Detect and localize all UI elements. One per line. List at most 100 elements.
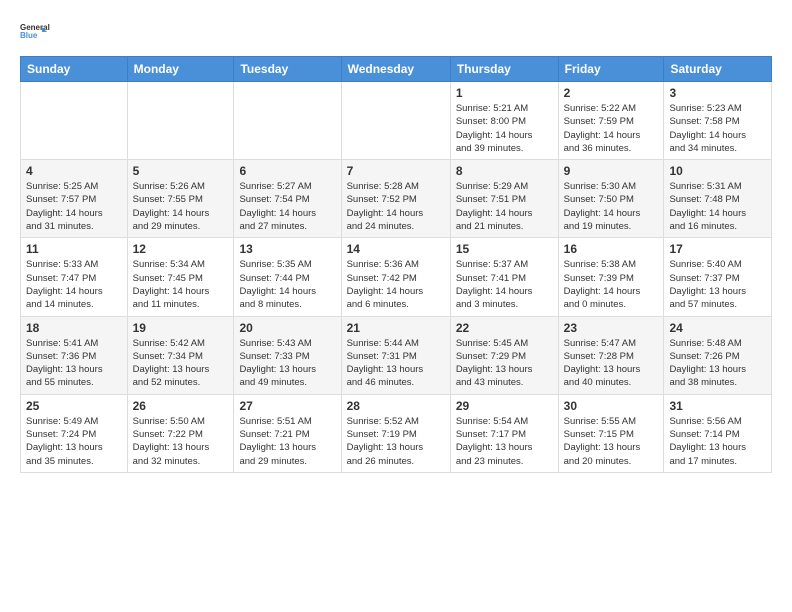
day-number: 25 xyxy=(26,399,122,413)
day-number: 11 xyxy=(26,242,122,256)
day-number: 8 xyxy=(456,164,553,178)
calendar-cell: 5 Sunrise: 5:26 AM Sunset: 7:55 PM Daylig… xyxy=(127,160,234,238)
calendar-cell: 12Sunrise: 5:34 AM Sunset: 7:45 PM Dayli… xyxy=(127,238,234,316)
day-number: 14 xyxy=(347,242,445,256)
day-number: 5 xyxy=(133,164,229,178)
calendar-cell: 20 Sunrise: 5:43 AM Sunset: 7:33 PM Dayli… xyxy=(234,316,341,394)
calendar-cell: 6 Sunrise: 5:27 AM Sunset: 7:54 PM Daylig… xyxy=(234,160,341,238)
header: GeneralBlue xyxy=(20,16,772,46)
day-info: Sunrise: 5:28 AM Sunset: 7:52 PM Dayligh… xyxy=(347,180,445,233)
calendar-cell: 30 Sunrise: 5:55 AM Sunset: 7:15 PM Dayli… xyxy=(558,394,664,472)
weekday-header-thursday: Thursday xyxy=(450,57,558,82)
day-number: 6 xyxy=(239,164,335,178)
day-info: Sunrise: 5:44 AM Sunset: 7:31 PM Dayligh… xyxy=(347,337,445,390)
day-info: Sunrise: 5:25 AM Sunset: 7:57 PM Dayligh… xyxy=(26,180,122,233)
calendar-cell: 28 Sunrise: 5:52 AM Sunset: 7:19 PM Dayli… xyxy=(341,394,450,472)
day-number: 22 xyxy=(456,321,553,335)
day-info: Sunrise: 5:27 AM Sunset: 7:54 PM Dayligh… xyxy=(239,180,335,233)
week-row-4: 25 Sunrise: 5:49 AM Sunset: 7:24 PM Dayli… xyxy=(21,394,772,472)
calendar-cell: 18Sunrise: 5:41 AM Sunset: 7:36 PM Dayli… xyxy=(21,316,128,394)
day-info: Sunrise: 5:56 AM Sunset: 7:14 PM Dayligh… xyxy=(669,415,766,468)
day-info: Sunrise: 5:49 AM Sunset: 7:24 PM Dayligh… xyxy=(26,415,122,468)
calendar-cell: 4 Sunrise: 5:25 AM Sunset: 7:57 PM Daylig… xyxy=(21,160,128,238)
calendar-cell: 25 Sunrise: 5:49 AM Sunset: 7:24 PM Dayli… xyxy=(21,394,128,472)
day-number: 29 xyxy=(456,399,553,413)
day-number: 19 xyxy=(133,321,229,335)
day-number: 4 xyxy=(26,164,122,178)
week-row-1: 4 Sunrise: 5:25 AM Sunset: 7:57 PM Daylig… xyxy=(21,160,772,238)
week-row-3: 18Sunrise: 5:41 AM Sunset: 7:36 PM Dayli… xyxy=(21,316,772,394)
svg-text:Blue: Blue xyxy=(20,31,38,40)
weekday-header-monday: Monday xyxy=(127,57,234,82)
day-number: 10 xyxy=(669,164,766,178)
day-info: Sunrise: 5:23 AM Sunset: 7:58 PM Dayligh… xyxy=(669,102,766,155)
calendar-cell: 23 Sunrise: 5:47 AM Sunset: 7:28 PM Dayli… xyxy=(558,316,664,394)
day-info: Sunrise: 5:37 AM Sunset: 7:41 PM Dayligh… xyxy=(456,258,553,311)
calendar-cell: 10 Sunrise: 5:31 AM Sunset: 7:48 PM Dayli… xyxy=(664,160,772,238)
day-info: Sunrise: 5:52 AM Sunset: 7:19 PM Dayligh… xyxy=(347,415,445,468)
calendar-cell: 15 Sunrise: 5:37 AM Sunset: 7:41 PM Dayli… xyxy=(450,238,558,316)
day-number: 7 xyxy=(347,164,445,178)
calendar-cell: 26 Sunrise: 5:50 AM Sunset: 7:22 PM Dayli… xyxy=(127,394,234,472)
day-info: Sunrise: 5:43 AM Sunset: 7:33 PM Dayligh… xyxy=(239,337,335,390)
day-info: Sunrise: 5:30 AM Sunset: 7:50 PM Dayligh… xyxy=(564,180,659,233)
calendar-cell: 29 Sunrise: 5:54 AM Sunset: 7:17 PM Dayli… xyxy=(450,394,558,472)
day-info: Sunrise: 5:34 AM Sunset: 7:45 PM Dayligh… xyxy=(133,258,229,311)
calendar-cell: 24Sunrise: 5:48 AM Sunset: 7:26 PM Dayli… xyxy=(664,316,772,394)
day-number: 1 xyxy=(456,86,553,100)
day-number: 27 xyxy=(239,399,335,413)
day-info: Sunrise: 5:50 AM Sunset: 7:22 PM Dayligh… xyxy=(133,415,229,468)
calendar-cell xyxy=(341,82,450,160)
weekday-header-wednesday: Wednesday xyxy=(341,57,450,82)
day-number: 30 xyxy=(564,399,659,413)
day-number: 26 xyxy=(133,399,229,413)
day-info: Sunrise: 5:29 AM Sunset: 7:51 PM Dayligh… xyxy=(456,180,553,233)
calendar-cell: 9Sunrise: 5:30 AM Sunset: 7:50 PM Daylig… xyxy=(558,160,664,238)
calendar-cell: 13Sunrise: 5:35 AM Sunset: 7:44 PM Dayli… xyxy=(234,238,341,316)
day-number: 17 xyxy=(669,242,766,256)
calendar-cell: 17 Sunrise: 5:40 AM Sunset: 7:37 PM Dayli… xyxy=(664,238,772,316)
day-info: Sunrise: 5:45 AM Sunset: 7:29 PM Dayligh… xyxy=(456,337,553,390)
day-number: 16 xyxy=(564,242,659,256)
day-number: 15 xyxy=(456,242,553,256)
calendar-cell: 14 Sunrise: 5:36 AM Sunset: 7:42 PM Dayli… xyxy=(341,238,450,316)
calendar-cell: 27Sunrise: 5:51 AM Sunset: 7:21 PM Dayli… xyxy=(234,394,341,472)
day-number: 13 xyxy=(239,242,335,256)
calendar-cell: 3 Sunrise: 5:23 AM Sunset: 7:58 PM Daylig… xyxy=(664,82,772,160)
weekday-header-row: SundayMondayTuesdayWednesdayThursdayFrid… xyxy=(21,57,772,82)
day-number: 3 xyxy=(669,86,766,100)
day-info: Sunrise: 5:33 AM Sunset: 7:47 PM Dayligh… xyxy=(26,258,122,311)
day-number: 23 xyxy=(564,321,659,335)
weekday-header-tuesday: Tuesday xyxy=(234,57,341,82)
calendar-table: SundayMondayTuesdayWednesdayThursdayFrid… xyxy=(20,56,772,473)
weekday-header-friday: Friday xyxy=(558,57,664,82)
day-info: Sunrise: 5:54 AM Sunset: 7:17 PM Dayligh… xyxy=(456,415,553,468)
day-info: Sunrise: 5:31 AM Sunset: 7:48 PM Dayligh… xyxy=(669,180,766,233)
logo: GeneralBlue xyxy=(20,16,54,46)
day-info: Sunrise: 5:21 AM Sunset: 8:00 PM Dayligh… xyxy=(456,102,553,155)
day-info: Sunrise: 5:22 AM Sunset: 7:59 PM Dayligh… xyxy=(564,102,659,155)
day-info: Sunrise: 5:40 AM Sunset: 7:37 PM Dayligh… xyxy=(669,258,766,311)
calendar-cell: 21 Sunrise: 5:44 AM Sunset: 7:31 PM Dayli… xyxy=(341,316,450,394)
calendar-cell: 7 Sunrise: 5:28 AM Sunset: 7:52 PM Daylig… xyxy=(341,160,450,238)
calendar-cell: 11 Sunrise: 5:33 AM Sunset: 7:47 PM Dayli… xyxy=(21,238,128,316)
weekday-header-sunday: Sunday xyxy=(21,57,128,82)
day-number: 21 xyxy=(347,321,445,335)
calendar-cell xyxy=(21,82,128,160)
calendar-cell xyxy=(127,82,234,160)
calendar-cell: 22 Sunrise: 5:45 AM Sunset: 7:29 PM Dayli… xyxy=(450,316,558,394)
day-info: Sunrise: 5:26 AM Sunset: 7:55 PM Dayligh… xyxy=(133,180,229,233)
day-number: 31 xyxy=(669,399,766,413)
day-info: Sunrise: 5:47 AM Sunset: 7:28 PM Dayligh… xyxy=(564,337,659,390)
week-row-0: 1 Sunrise: 5:21 AM Sunset: 8:00 PM Daylig… xyxy=(21,82,772,160)
day-number: 20 xyxy=(239,321,335,335)
day-info: Sunrise: 5:55 AM Sunset: 7:15 PM Dayligh… xyxy=(564,415,659,468)
calendar-page: GeneralBlue SundayMondayTuesdayWednesday… xyxy=(0,0,792,612)
week-row-2: 11 Sunrise: 5:33 AM Sunset: 7:47 PM Dayli… xyxy=(21,238,772,316)
calendar-cell: 2Sunrise: 5:22 AM Sunset: 7:59 PM Daylig… xyxy=(558,82,664,160)
day-number: 28 xyxy=(347,399,445,413)
calendar-cell: 19 Sunrise: 5:42 AM Sunset: 7:34 PM Dayli… xyxy=(127,316,234,394)
day-info: Sunrise: 5:36 AM Sunset: 7:42 PM Dayligh… xyxy=(347,258,445,311)
day-info: Sunrise: 5:42 AM Sunset: 7:34 PM Dayligh… xyxy=(133,337,229,390)
calendar-cell: 31 Sunrise: 5:56 AM Sunset: 7:14 PM Dayli… xyxy=(664,394,772,472)
